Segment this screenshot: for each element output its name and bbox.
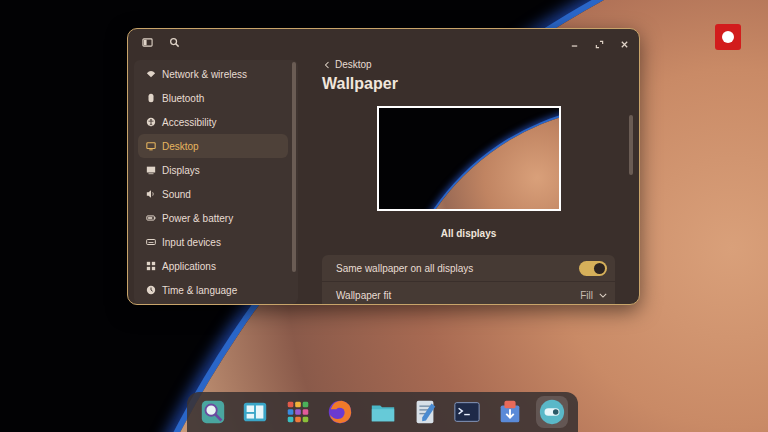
sidebar-toggle-icon[interactable] xyxy=(142,37,153,48)
sidebar: Network & wireless Bluetooth Accessibili… xyxy=(128,29,302,304)
preview-picture xyxy=(393,106,561,211)
sidebar-item-label: Applications xyxy=(162,261,216,272)
bt-icon xyxy=(146,93,156,103)
dock-item[interactable] xyxy=(536,396,568,428)
sidebar-item[interactable]: Accessibility xyxy=(138,110,288,134)
dock xyxy=(187,392,578,432)
sidebar-item-label: Sound xyxy=(162,189,191,200)
sound-icon xyxy=(146,189,156,199)
sidebar-item-label: Bluetooth xyxy=(162,93,204,104)
toggle-knob xyxy=(594,263,605,274)
sidebar-item[interactable]: Applications xyxy=(138,254,288,278)
maximize-icon[interactable] xyxy=(595,40,604,49)
settings-icon xyxy=(538,398,566,426)
chevron-down-icon xyxy=(599,293,607,298)
sidebar-item[interactable]: Power & battery xyxy=(138,206,288,230)
dock-item[interactable] xyxy=(282,396,314,428)
close-icon[interactable] xyxy=(620,40,629,49)
browser-icon xyxy=(326,398,354,426)
display-icon xyxy=(146,165,156,175)
content-pane: Desktop Wallpaper All displays Same wall… xyxy=(302,29,639,304)
sidebar-item[interactable]: Network & wireless xyxy=(138,62,288,86)
dock-item[interactable] xyxy=(197,396,229,428)
apps-icon xyxy=(284,398,312,426)
desktop: Network & wireless Bluetooth Accessibili… xyxy=(0,0,768,432)
dock-item[interactable] xyxy=(494,396,526,428)
dock-item[interactable] xyxy=(451,396,483,428)
dock-item[interactable] xyxy=(239,396,271,428)
record-icon xyxy=(722,31,734,43)
sidebar-list: Network & wireless Bluetooth Accessibili… xyxy=(134,60,298,304)
input-icon xyxy=(146,237,156,247)
sidebar-item-label: Desktop xyxy=(162,141,199,152)
search-icon[interactable] xyxy=(169,37,180,48)
sidebar-scrollbar[interactable] xyxy=(292,62,296,272)
sidebar-item[interactable]: Input devices xyxy=(138,230,288,254)
sidebar-item-label: Displays xyxy=(162,165,200,176)
dropdown[interactable]: Fill xyxy=(580,290,607,301)
terminal-icon xyxy=(453,398,481,426)
wifi-icon xyxy=(146,69,156,79)
setting-row: Wallpaper fit Fill xyxy=(322,282,615,304)
desktop-icon xyxy=(146,141,156,151)
wallpaper-preview[interactable] xyxy=(377,106,561,211)
sidebar-item-label: Time & language xyxy=(162,285,237,296)
sidebar-item-label: Input devices xyxy=(162,237,221,248)
sidebar-item-label: Network & wireless xyxy=(162,69,247,80)
sidebar-item[interactable]: Displays xyxy=(138,158,288,182)
sidebar-item[interactable]: Desktop xyxy=(138,134,288,158)
sidebar-item[interactable]: Time & language xyxy=(138,278,288,302)
dropdown-value: Fill xyxy=(580,290,593,301)
time-icon xyxy=(146,285,156,295)
content-scrollbar[interactable] xyxy=(629,115,633,175)
power-icon xyxy=(146,213,156,223)
access-icon xyxy=(146,117,156,127)
back-link[interactable]: Desktop xyxy=(324,59,615,70)
chevron-left-icon xyxy=(324,61,330,69)
setting-label: Wallpaper fit xyxy=(336,290,391,301)
window-controls xyxy=(322,37,629,51)
minimize-icon[interactable] xyxy=(570,40,579,49)
record-button[interactable] xyxy=(715,24,741,50)
preview-area xyxy=(322,106,615,211)
apps-icon xyxy=(146,261,156,271)
sidebar-item[interactable]: Sound xyxy=(138,182,288,206)
store-icon xyxy=(496,398,524,426)
setting-row: Same wallpaper on all displays xyxy=(322,255,615,282)
settings-card: Same wallpaper on all displays Wallpaper… xyxy=(322,255,615,304)
sidebar-item[interactable]: Bluetooth xyxy=(138,86,288,110)
sidebar-item-label: Accessibility xyxy=(162,117,216,128)
page-title: Wallpaper xyxy=(322,75,615,93)
dock-item[interactable] xyxy=(409,396,441,428)
setting-label: Same wallpaper on all displays xyxy=(336,263,473,274)
preview-label: All displays xyxy=(322,228,615,239)
files-icon xyxy=(369,398,397,426)
sidebar-header xyxy=(134,37,298,48)
dock-item[interactable] xyxy=(324,396,356,428)
search-icon xyxy=(199,398,227,426)
dock-item[interactable] xyxy=(367,396,399,428)
settings-window: Network & wireless Bluetooth Accessibili… xyxy=(127,28,640,305)
sidebar-item-label: Power & battery xyxy=(162,213,233,224)
back-label: Desktop xyxy=(335,59,372,70)
workspaces-icon xyxy=(241,398,269,426)
editor-icon xyxy=(411,398,439,426)
toggle-switch[interactable] xyxy=(579,261,607,276)
